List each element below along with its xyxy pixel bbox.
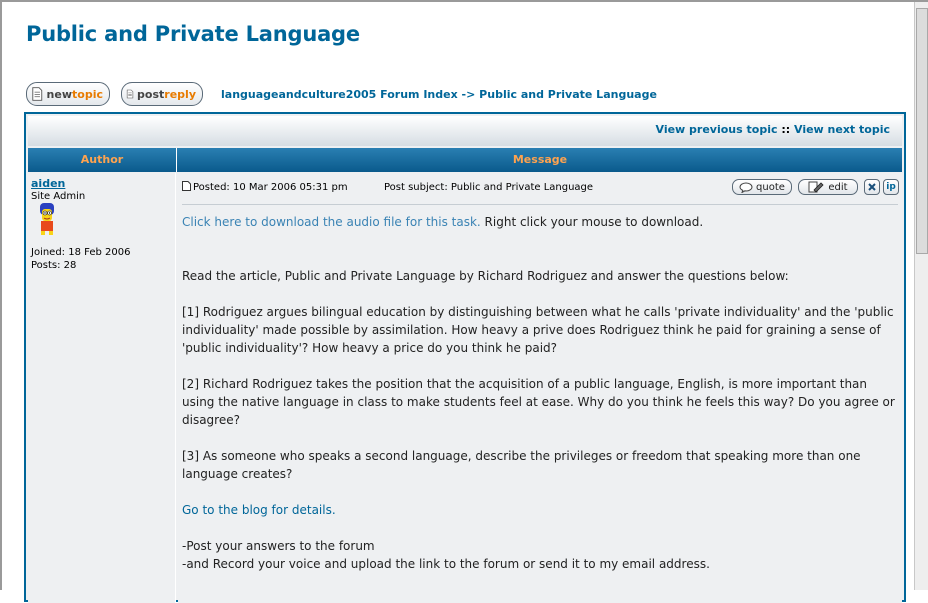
blog-link[interactable]: Go to the blog for details. [182,503,336,517]
author-meta: Joined: 18 Feb 2006 Posts: 28 [31,246,130,272]
vertical-scrollbar[interactable] [914,2,928,590]
view-previous-topic-link[interactable]: View previous topic [656,123,778,136]
view-next-topic-link[interactable]: View next topic [794,123,890,136]
close-icon [868,183,876,191]
post-reply-button[interactable]: post reply [121,82,203,106]
question-1: [1] Rodriguez argues bilingual education… [182,305,894,355]
post-header: Posted: 10 Mar 2006 05:31 pm Post subjec… [182,179,899,199]
table-header: Author Message [28,148,902,172]
breadcrumb-current-topic-link[interactable]: Public and Private Language [479,88,657,101]
post-document-icon [182,181,191,191]
topic-table: View previous topic :: View next topic A… [24,112,906,603]
pencil-icon [808,181,824,193]
instruction-2: -and Record your voice and upload the li… [182,557,710,571]
topic-nav-row: View previous topic :: View next topic [28,116,902,146]
breadcrumb-forum-index-link[interactable]: languageandculture2005 Forum Index [221,88,458,101]
author-joined: Joined: 18 Feb 2006 [31,247,131,258]
author-name-link[interactable]: aiden [31,177,65,190]
question-3: [3] As someone who speaks a second langu… [182,449,861,481]
breadcrumb: languageandculture2005 Forum Index -> Pu… [221,88,657,101]
document-icon [126,89,134,99]
post-date: Posted: 10 Mar 2006 05:31 pm [193,182,348,193]
scrollbar-thumb[interactable] [916,8,928,254]
new-topic-label-part2: topic [72,87,103,101]
speech-bubble-icon [739,182,753,193]
post-message-panel: Posted: 10 Mar 2006 05:31 pm Post subjec… [178,173,902,603]
author-post-count: Posts: 28 [31,260,77,271]
blog-link-line: Go to the blog for details. [182,501,898,519]
audio-download-link[interactable]: Click here to download the audio file fo… [182,215,481,229]
new-topic-label-part1: new [46,87,73,101]
window-frame-top [0,0,928,2]
delete-button[interactable] [864,179,880,195]
new-topic-button[interactable]: new topic [26,82,110,106]
message-column-header: Message [512,153,568,166]
topic-nav-separator: :: [781,123,791,136]
breadcrumb-arrow: -> [461,88,476,101]
post-intro: Read the article, Public and Private Lan… [182,269,789,283]
question-2: [2] Richard Rodriguez takes the position… [182,377,895,427]
page-title: Public and Private Language [26,22,360,46]
post-subject: Post subject: Public and Private Languag… [384,182,594,193]
ip-button[interactable]: ip [883,179,899,195]
author-column-header: Author [28,148,177,172]
edit-button[interactable]: edit [798,179,858,195]
post-body: Click here to download the audio file fo… [182,213,898,573]
post-author-panel: aiden Site Admin Joined: 18 Feb 2006 Pos… [28,173,176,603]
post-divider [182,204,898,205]
audio-download-hint: Right click your mouse to download. [480,215,704,229]
instruction-1: -Post your answers to the forum [182,539,375,553]
audio-download-line: Click here to download the audio file fo… [182,213,898,231]
avatar [40,203,54,235]
quote-button-label: quote [756,181,785,193]
window-frame-left [0,0,2,590]
edit-button-label: edit [828,181,848,193]
author-rank: Site Admin [31,191,86,202]
quote-button[interactable]: quote [732,179,792,195]
post-reply-label-part2: reply [164,87,196,101]
document-icon [32,87,43,101]
post-reply-label-part1: post [137,87,165,101]
